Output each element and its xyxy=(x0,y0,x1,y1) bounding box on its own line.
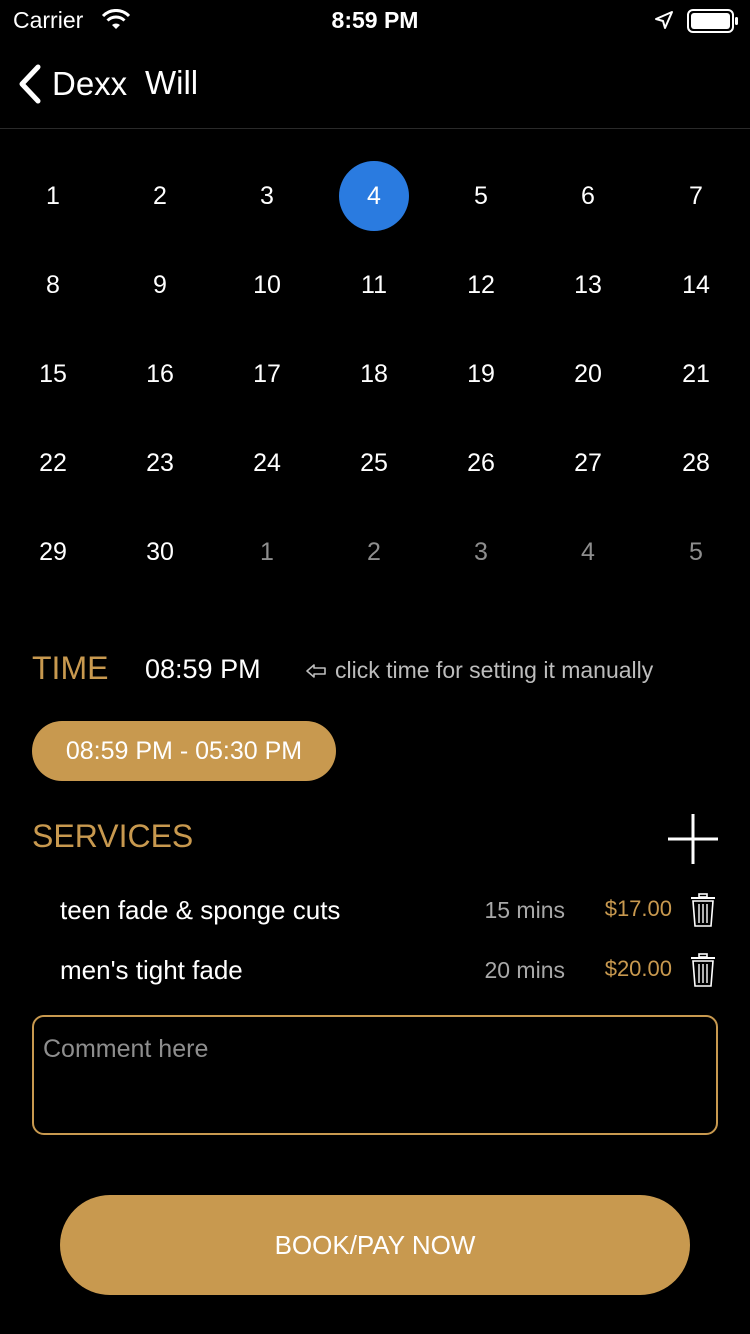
service-duration: 20 mins xyxy=(484,957,565,983)
arrow-left-outline-icon xyxy=(306,663,326,678)
service-price: $20.00 xyxy=(604,956,672,981)
calendar-day[interactable]: 3 xyxy=(446,517,516,587)
plus-icon xyxy=(668,814,718,864)
status-time: 8:59 PM xyxy=(331,7,419,33)
calendar-week-row: 8 9 10 11 12 13 14 xyxy=(0,250,750,320)
calendar-day[interactable]: 14 xyxy=(661,250,731,320)
calendar-day[interactable]: 20 xyxy=(553,339,623,409)
calendar-day[interactable]: 6 xyxy=(553,161,623,231)
calendar-day[interactable]: 1 xyxy=(18,161,88,231)
calendar-day[interactable]: 5 xyxy=(446,161,516,231)
calendar-day[interactable]: 17 xyxy=(232,339,302,409)
time-hint-text: click time for setting it manually xyxy=(335,657,654,683)
service-name: teen fade & sponge cuts xyxy=(60,895,341,925)
calendar-day[interactable]: 9 xyxy=(125,250,195,320)
calendar-day[interactable]: 7 xyxy=(661,161,731,231)
calendar-day[interactable]: 21 xyxy=(661,339,731,409)
service-name: men's tight fade xyxy=(60,955,243,985)
calendar-day[interactable]: 3 xyxy=(232,161,302,231)
time-hint: click time for setting it manually xyxy=(305,657,653,684)
calendar-day-selected[interactable]: 4 xyxy=(339,161,409,231)
calendar-week-row: 1234567 xyxy=(0,161,750,231)
calendar-day[interactable]: 8 xyxy=(18,250,88,320)
calendar-day[interactable]: 28 xyxy=(661,428,731,498)
calendar-day[interactable]: 29 xyxy=(18,517,88,587)
calendar-day[interactable]: 27 xyxy=(553,428,623,498)
calendar-week-row: 22 23 24 25 26 27 28 xyxy=(0,428,750,498)
calendar-day[interactable]: 22 xyxy=(18,428,88,498)
navigation-bar: Dexx Will xyxy=(0,40,750,129)
calendar-day[interactable]: 13 xyxy=(553,250,623,320)
calendar-day[interactable]: 24 xyxy=(232,428,302,498)
location-arrow-icon xyxy=(654,10,674,35)
service-price: $17.00 xyxy=(604,896,672,921)
battery-icon xyxy=(687,9,739,38)
chevron-left-icon xyxy=(19,64,41,104)
calendar-day[interactable]: 10 xyxy=(232,250,302,320)
calendar-day[interactable]: 25 xyxy=(339,428,409,498)
time-section-label: TIME xyxy=(32,650,109,686)
calendar-day[interactable]: 16 xyxy=(125,339,195,409)
calendar-day[interactable]: 2 xyxy=(339,517,409,587)
calendar-day[interactable]: 11 xyxy=(339,250,409,320)
calendar-week-row: 15 16 17 18 19 20 21 xyxy=(0,339,750,409)
calendar-day[interactable]: 4 xyxy=(553,517,623,587)
calendar-day[interactable]: 1 xyxy=(232,517,302,587)
trash-icon[interactable] xyxy=(690,893,716,927)
calendar-day[interactable]: 5 xyxy=(661,517,731,587)
calendar-week-row: 29 30 1 2 3 4 5 xyxy=(0,517,750,587)
comment-field[interactable] xyxy=(32,1015,718,1135)
calendar-day[interactable]: 18 xyxy=(339,339,409,409)
service-row: teen fade & sponge cuts 15 mins $17.00 xyxy=(0,885,750,935)
calendar-day[interactable]: 15 xyxy=(18,339,88,409)
status-bar: Carrier 8:59 PM xyxy=(0,0,750,40)
calendar-day[interactable]: 2 xyxy=(125,161,195,231)
calendar-day[interactable]: 23 xyxy=(125,428,195,498)
add-service-button[interactable] xyxy=(666,812,720,866)
trash-icon[interactable] xyxy=(690,953,716,987)
time-slot-button[interactable]: 08:59 PM - 05:30 PM xyxy=(32,721,336,781)
calendar-day[interactable]: 19 xyxy=(446,339,516,409)
time-value[interactable]: 08:59 PM xyxy=(145,654,261,685)
service-row: men's tight fade 20 mins $20.00 xyxy=(0,945,750,995)
services-section-label: SERVICES xyxy=(32,818,194,854)
calendar-day[interactable]: 12 xyxy=(446,250,516,320)
service-duration: 15 mins xyxy=(484,897,565,923)
calendar-day[interactable]: 26 xyxy=(446,428,516,498)
calendar-day[interactable]: 30 xyxy=(125,517,195,587)
back-button-label: Dexx xyxy=(52,65,128,102)
book-pay-button[interactable]: BOOK/PAY NOW xyxy=(60,1195,690,1295)
page-title: Will xyxy=(145,64,199,101)
